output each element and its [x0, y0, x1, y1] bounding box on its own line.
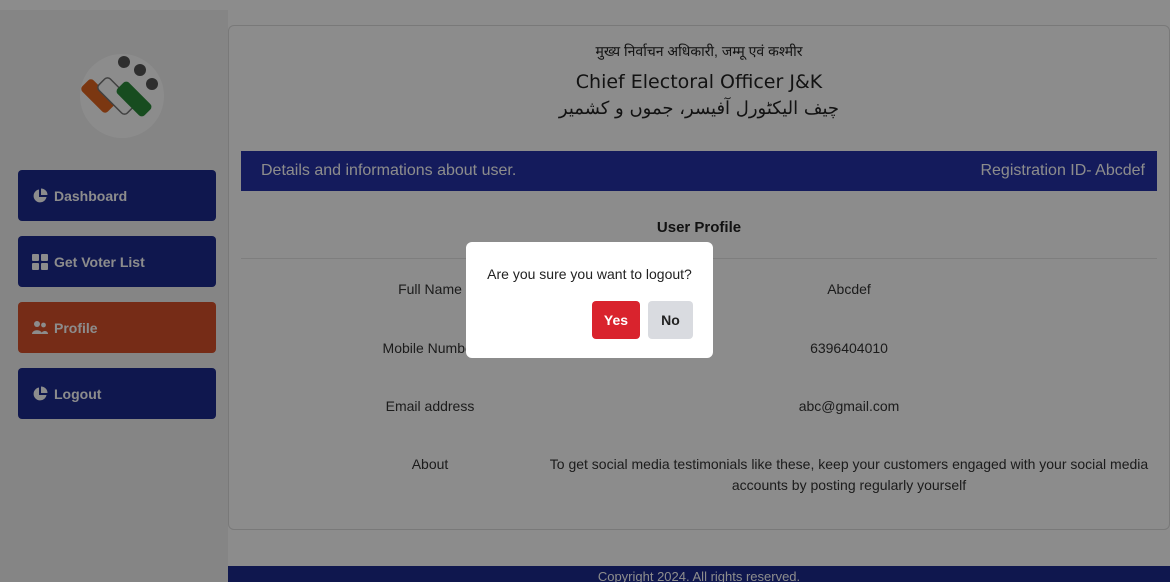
dialog-message: Are you sure you want to logout?: [487, 266, 692, 282]
confirm-yes-button[interactable]: Yes: [592, 301, 640, 339]
cancel-no-button[interactable]: No: [648, 301, 693, 339]
logout-confirm-dialog: Are you sure you want to logout? Yes No: [466, 242, 713, 358]
